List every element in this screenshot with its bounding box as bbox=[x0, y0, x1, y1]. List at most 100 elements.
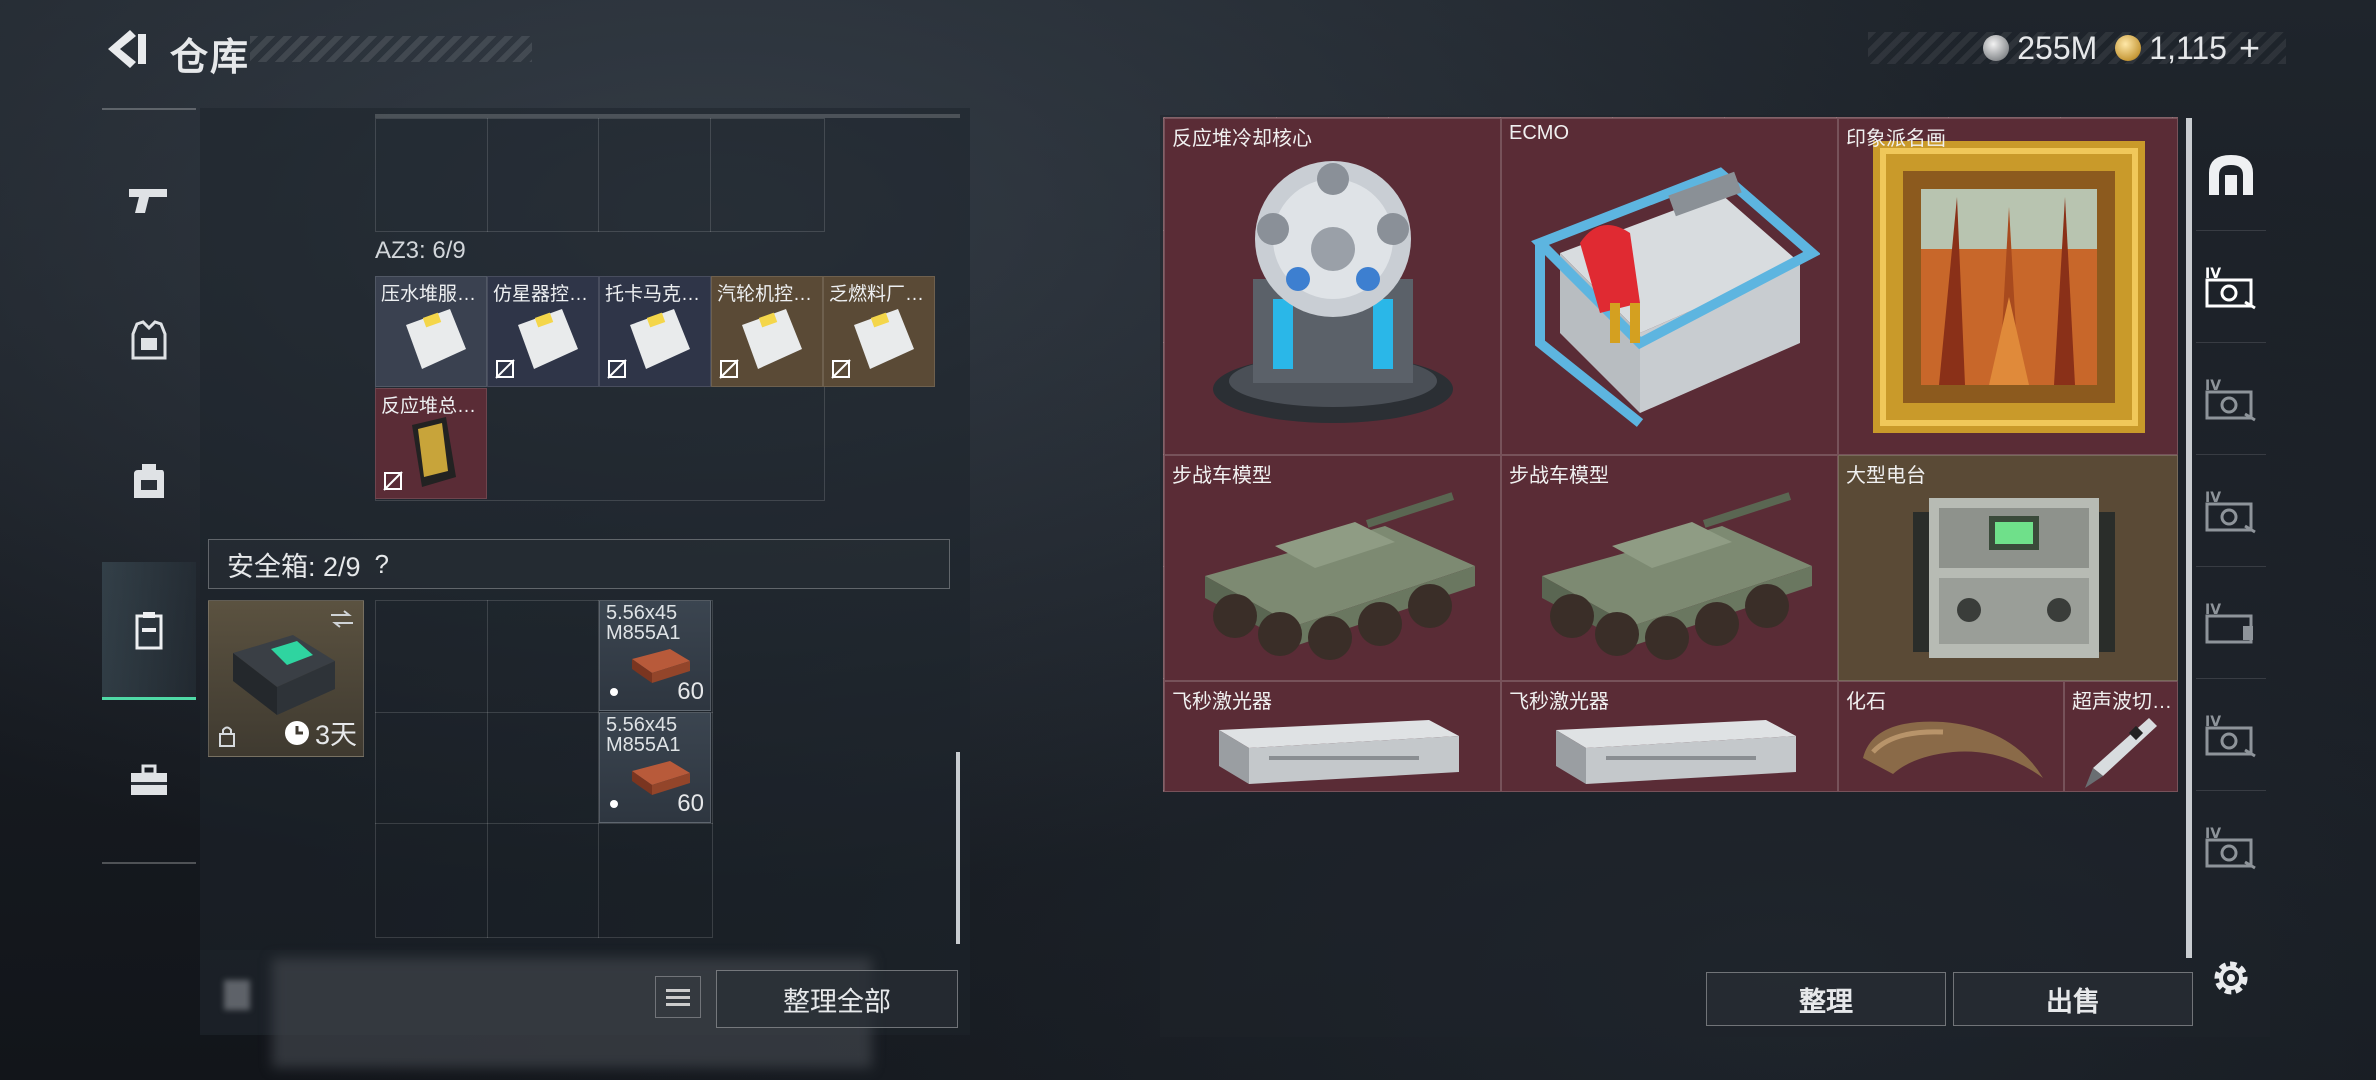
sort-button[interactable]: 整理 bbox=[1706, 972, 1946, 1026]
safebox-icon bbox=[135, 611, 163, 649]
item-label: 乏燃料厂… bbox=[829, 284, 925, 305]
tab-storage[interactable]: IV bbox=[2196, 342, 2266, 455]
container-item[interactable]: 压水堆服… bbox=[375, 276, 487, 387]
ammo-item[interactable]: 5.56x45 M855A1 60 bbox=[599, 712, 711, 823]
page-title: 仓库 bbox=[170, 37, 251, 79]
silver-amount: 255M bbox=[2017, 29, 2098, 66]
silver-coin-icon bbox=[1983, 35, 2010, 61]
title-decoration bbox=[250, 36, 532, 62]
safebox-timer-text: 3天 bbox=[314, 720, 357, 750]
tab-storage[interactable]: IV bbox=[2196, 678, 2266, 791]
ammo-quantity: 60 bbox=[677, 790, 704, 817]
left-scrollbar[interactable] bbox=[956, 752, 960, 944]
ultrasonic-cutter-icon bbox=[2085, 718, 2157, 788]
item-label: 托卡马克… bbox=[605, 284, 701, 305]
sell-button[interactable]: 出售 bbox=[1953, 972, 2193, 1026]
item-label: 大型电台 bbox=[1846, 465, 1926, 487]
nav-toolbox[interactable] bbox=[102, 730, 196, 830]
grid-divider bbox=[599, 118, 711, 232]
ammo-grade-dot bbox=[610, 800, 618, 808]
safebox-header: 安全箱: 2/9 ? bbox=[208, 539, 950, 589]
no-trade-icon bbox=[607, 359, 627, 379]
no-trade-icon bbox=[383, 471, 403, 491]
filter-button[interactable] bbox=[655, 976, 701, 1018]
container-item[interactable]: 反应堆总… bbox=[375, 388, 487, 499]
armor-vest-icon bbox=[131, 320, 167, 360]
nav-armor[interactable] bbox=[102, 290, 196, 390]
nav-safebox[interactable] bbox=[102, 562, 196, 700]
stash-item[interactable]: 超声波切… bbox=[2064, 681, 2178, 792]
fossil-claw-icon bbox=[1863, 721, 2043, 778]
back-arrow-icon bbox=[108, 30, 146, 68]
safebox-capacity-label: 安全箱: 2/9 bbox=[227, 551, 361, 582]
container-item[interactable]: 乏燃料厂… bbox=[823, 276, 935, 387]
stash-item[interactable]: ECMO bbox=[1501, 118, 1838, 455]
framed-painting-icon bbox=[1873, 141, 2145, 433]
item-label: 化石 bbox=[1846, 691, 1886, 713]
tab-vault[interactable] bbox=[2196, 118, 2266, 231]
container-item[interactable]: 托卡马克… bbox=[599, 276, 711, 387]
item-label: 压水堆服… bbox=[381, 284, 477, 305]
stash-item[interactable]: 反应堆冷却核心 bbox=[1164, 118, 1501, 455]
stash-item[interactable]: 印象派名画 bbox=[1838, 118, 2178, 455]
gold-coin-icon bbox=[2115, 35, 2142, 61]
storage-iv-icon: IV bbox=[2205, 378, 2256, 422]
stash-item[interactable]: 飞秒激光器 bbox=[1164, 681, 1501, 792]
stash-item[interactable]: 飞秒激光器 bbox=[1501, 681, 1838, 792]
silver-currency[interactable]: 255M bbox=[1983, 30, 2097, 67]
nav-weapons[interactable] bbox=[102, 150, 196, 250]
nav-backpack[interactable] bbox=[102, 430, 196, 530]
ammo-type: M855A1 bbox=[606, 734, 681, 756]
gold-currency[interactable]: 1,115 + bbox=[2115, 27, 2260, 69]
add-currency-button[interactable]: + bbox=[2239, 27, 2260, 69]
ammo-caliber: 5.56x45 bbox=[606, 602, 678, 624]
no-trade-icon bbox=[719, 359, 739, 379]
no-trade-icon bbox=[831, 359, 851, 379]
item-label: 汽轮机控… bbox=[717, 284, 813, 305]
tab-storage[interactable]: IV bbox=[2196, 790, 2266, 902]
item-label: 印象派名画 bbox=[1846, 128, 1946, 150]
ammo-quantity: 60 bbox=[677, 678, 704, 705]
storage-iv-icon: IV bbox=[2205, 826, 2256, 870]
access-card-icon bbox=[854, 309, 914, 369]
gear-icon bbox=[2214, 961, 2248, 995]
tab-storage[interactable]: IV bbox=[2196, 454, 2266, 567]
safebox-card[interactable]: 3天 bbox=[208, 600, 364, 757]
vault-arch-icon bbox=[2209, 155, 2253, 195]
item-label: 仿星器控… bbox=[493, 284, 589, 305]
container-item[interactable]: 仿星器控… bbox=[487, 276, 599, 387]
no-trade-icon bbox=[495, 359, 515, 379]
sort-all-button[interactable]: 整理全部 bbox=[716, 970, 958, 1028]
section-divider bbox=[375, 114, 960, 118]
settings-button[interactable] bbox=[2208, 955, 2254, 1001]
right-scrollbar[interactable] bbox=[2186, 118, 2192, 958]
item-label: ECMO bbox=[1509, 122, 1569, 144]
storage-iv-icon: IV bbox=[2205, 490, 2256, 534]
laser-case-icon bbox=[1219, 720, 1459, 784]
access-card-icon bbox=[630, 309, 690, 369]
item-label: 超声波切… bbox=[2072, 691, 2172, 713]
container-capacity-label: AZ3: 6/9 bbox=[375, 237, 466, 264]
item-label: 飞秒激光器 bbox=[1509, 691, 1609, 713]
radio-station-icon bbox=[1913, 498, 2115, 658]
tab-storage[interactable]: IV bbox=[2196, 566, 2266, 679]
ammo-item[interactable]: 5.56x45 M855A1 60 bbox=[599, 600, 711, 711]
left-category-nav bbox=[102, 108, 196, 864]
swap-icon[interactable] bbox=[329, 609, 355, 629]
stash-item[interactable]: 化石 bbox=[1838, 681, 2064, 792]
stash-item[interactable]: 步战车模型 bbox=[1501, 455, 1838, 681]
stash-item[interactable]: 大型电台 bbox=[1838, 455, 2178, 681]
storage-iv-icon: IV bbox=[2205, 602, 2253, 644]
help-button[interactable]: ? bbox=[375, 549, 389, 580]
stash-item[interactable]: 步战车模型 bbox=[1164, 455, 1501, 681]
tab-storage-active[interactable]: IV bbox=[2196, 230, 2266, 343]
ifv-model-icon bbox=[1205, 492, 1475, 660]
storage-iv-icon: IV bbox=[2205, 714, 2256, 758]
ammo-grade-dot bbox=[610, 688, 618, 696]
container-item[interactable]: 汽轮机控… bbox=[711, 276, 823, 387]
reactor-core-icon bbox=[1213, 161, 1453, 423]
ammo-type: M855A1 bbox=[606, 622, 681, 644]
pistol-icon bbox=[129, 189, 167, 213]
back-button[interactable] bbox=[100, 26, 150, 72]
gold-amount: 1,115 bbox=[2149, 29, 2227, 66]
